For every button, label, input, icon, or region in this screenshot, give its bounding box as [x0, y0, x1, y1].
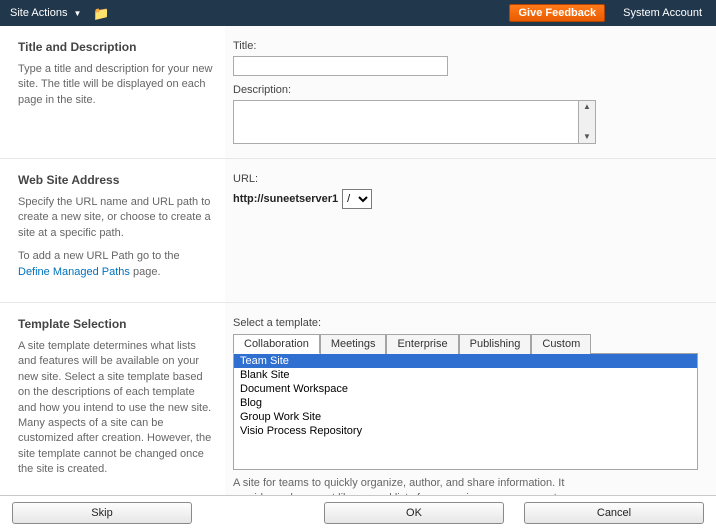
url-label: URL: [233, 173, 698, 185]
section-template-selection: Template Selection A site template deter… [0, 302, 716, 495]
template-help-left: A site template determines what lists an… [18, 339, 213, 478]
scroll-down-icon[interactable]: ▼ [579, 131, 595, 143]
site-actions-menu[interactable]: Site Actions ▼ 📁 [10, 7, 110, 20]
top-ribbon: Site Actions ▼ 📁 Give Feedback System Ac… [0, 0, 716, 26]
description-textarea[interactable] [233, 100, 579, 144]
url-base-text: http://suneetserver1 [233, 193, 338, 205]
template-description: A site for teams to quickly organize, au… [233, 476, 593, 495]
ok-button[interactable]: OK [324, 502, 504, 524]
chevron-down-icon: ▼ [73, 9, 81, 18]
template-item-visio-process-repository[interactable]: Visio Process Repository [234, 424, 697, 438]
url-path-select[interactable]: / [342, 189, 372, 209]
section-title-description: Title and Description Type a title and d… [0, 26, 716, 158]
description-label: Description: [233, 84, 698, 96]
scroll-up-icon[interactable]: ▲ [579, 101, 595, 113]
skip-button[interactable]: Skip [12, 502, 192, 524]
cancel-button[interactable]: Cancel [524, 502, 704, 524]
section-help: Type a title and description for your ne… [18, 62, 213, 108]
give-feedback-button[interactable]: Give Feedback [509, 4, 605, 22]
user-menu[interactable]: System Account [619, 7, 706, 19]
select-template-label: Select a template: [233, 317, 698, 329]
section-heading: Template Selection [18, 317, 213, 331]
title-input[interactable] [233, 56, 448, 76]
navigate-up-icon[interactable]: 📁 [93, 7, 109, 20]
section-heading: Web Site Address [18, 173, 213, 187]
section-web-address: Web Site Address Specify the URL name an… [0, 158, 716, 302]
template-tabstrip: Collaboration Meetings Enterprise Publis… [233, 333, 698, 354]
template-item-group-work-site[interactable]: Group Work Site [234, 410, 697, 424]
template-item-blank-site[interactable]: Blank Site [234, 368, 697, 382]
form-body: Title and Description Type a title and d… [0, 26, 716, 495]
address-help-2: To add a new URL Path go to the Define M… [18, 249, 213, 280]
template-item-team-site[interactable]: Team Site [234, 354, 697, 368]
template-item-document-workspace[interactable]: Document Workspace [234, 382, 697, 396]
url-name-input[interactable] [376, 191, 380, 208]
tab-custom[interactable]: Custom [531, 334, 591, 354]
title-label: Title: [233, 40, 698, 52]
template-item-blog[interactable]: Blog [234, 396, 697, 410]
define-managed-paths-link[interactable]: Define Managed Paths [18, 266, 130, 278]
template-listbox[interactable]: Team Site Blank Site Document Workspace … [233, 354, 698, 470]
tab-enterprise[interactable]: Enterprise [386, 334, 458, 354]
address-help-1: Specify the URL name and URL path to cre… [18, 195, 213, 241]
site-actions-label: Site Actions [10, 7, 67, 19]
textarea-scrollbar[interactable]: ▲ ▼ [579, 100, 596, 144]
tab-publishing[interactable]: Publishing [459, 334, 532, 354]
dialog-footer: Skip OK Cancel [0, 495, 716, 532]
tab-meetings[interactable]: Meetings [320, 334, 387, 354]
tab-collaboration[interactable]: Collaboration [233, 334, 320, 354]
section-heading: Title and Description [18, 40, 213, 54]
